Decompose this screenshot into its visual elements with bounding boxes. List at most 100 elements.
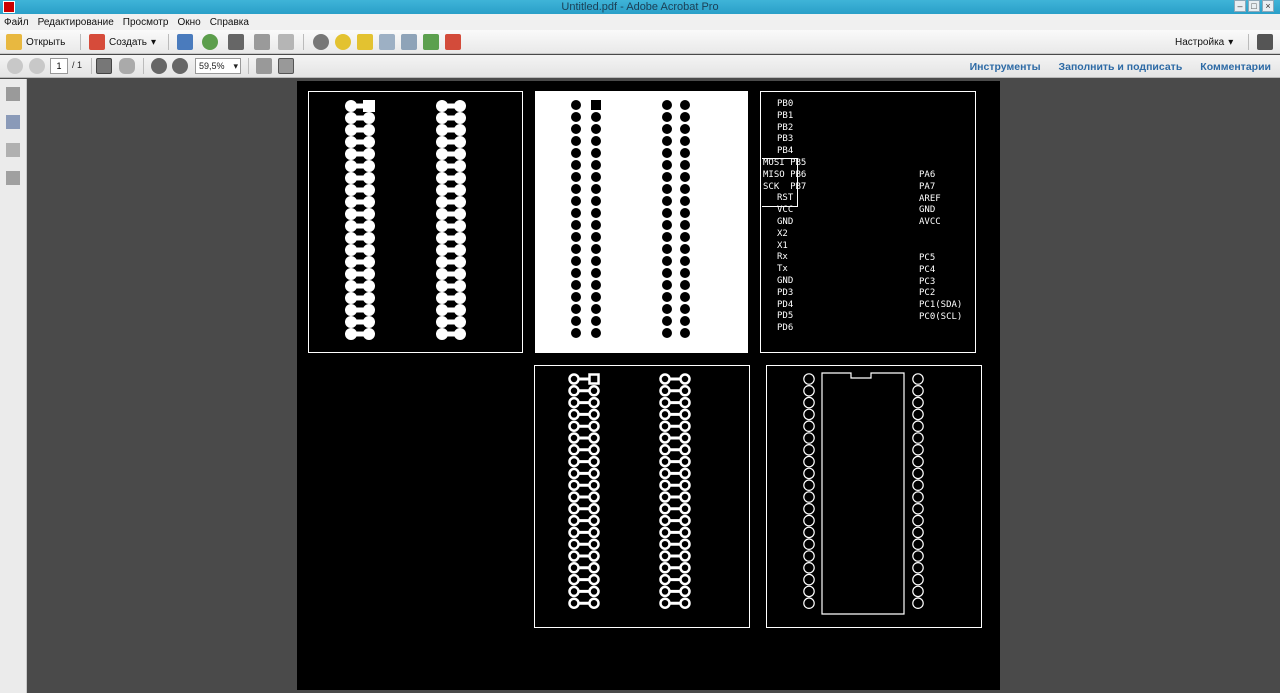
fit-page-icon[interactable] xyxy=(278,58,294,74)
ring-pad xyxy=(568,573,580,586)
ring-pad xyxy=(659,503,671,515)
hole xyxy=(662,184,672,194)
select-arrow-icon[interactable] xyxy=(96,58,112,74)
expand-icon[interactable] xyxy=(1257,34,1273,50)
pad xyxy=(345,124,357,136)
ring-pad xyxy=(588,573,600,586)
pin-outline xyxy=(803,503,815,515)
pad xyxy=(363,304,375,316)
pin-label: PD4 xyxy=(777,299,794,310)
hole xyxy=(591,244,601,254)
pin-outline xyxy=(803,479,815,491)
pad xyxy=(345,304,357,316)
hole xyxy=(680,220,690,230)
menu-edit[interactable]: Редактирование xyxy=(38,17,114,28)
fill-sign-link[interactable]: Заполнить и подписать xyxy=(1059,61,1183,73)
pad xyxy=(363,136,375,148)
highlight-icon[interactable] xyxy=(357,34,373,50)
pad xyxy=(436,160,448,172)
sign-icon[interactable] xyxy=(445,34,461,50)
pin-label: Rx xyxy=(777,252,788,263)
pad xyxy=(454,172,466,184)
open-button[interactable]: Открыть xyxy=(6,32,65,52)
signatures-icon[interactable] xyxy=(6,143,20,157)
minimize-button[interactable]: – xyxy=(1234,0,1246,12)
hole xyxy=(591,292,601,302)
spi-pins-box xyxy=(762,158,798,207)
ring-pad xyxy=(659,408,671,421)
ring-pad xyxy=(568,491,580,503)
ring-pad xyxy=(679,479,691,491)
fit-width-icon[interactable] xyxy=(256,58,272,74)
hole xyxy=(571,184,581,194)
hole xyxy=(680,136,690,146)
tools-link[interactable]: Инструменты xyxy=(970,61,1041,73)
attach-icon[interactable] xyxy=(379,34,395,50)
ring-pad xyxy=(568,432,580,444)
pad xyxy=(363,232,375,244)
hole xyxy=(591,124,601,134)
comments-link[interactable]: Комментарии xyxy=(1200,61,1271,73)
menu-window[interactable]: Окно xyxy=(177,17,200,28)
pad xyxy=(363,268,375,280)
pin-outline xyxy=(912,420,924,432)
page-down-icon[interactable] xyxy=(29,58,45,74)
hole xyxy=(680,172,690,182)
review-icon[interactable] xyxy=(401,34,417,50)
comment-icon[interactable] xyxy=(335,34,351,50)
zoom-out-icon[interactable] xyxy=(151,58,167,74)
page-up-icon[interactable] xyxy=(7,58,23,74)
page-number-input[interactable] xyxy=(50,58,68,74)
zoom-select[interactable]: 59,5% ▾ xyxy=(195,58,241,74)
export-icon[interactable] xyxy=(423,34,439,50)
ring-pad xyxy=(659,420,671,432)
pdf-page: PB0 PB1 PB2 PB3 PB4 MOSI PB5 MISO PB6 SCK PB7 RS… xyxy=(297,81,1000,690)
pin-outline xyxy=(803,444,815,456)
hole xyxy=(662,316,672,326)
pin-outline xyxy=(912,408,924,421)
chip-outline-graphic xyxy=(803,372,924,615)
gear-icon[interactable] xyxy=(313,34,329,50)
bookmarks-icon[interactable] xyxy=(6,115,20,129)
ring-pad xyxy=(588,585,600,598)
menu-file[interactable]: Файл xyxy=(4,17,29,28)
pin-label: PD5 xyxy=(777,311,794,322)
ring-pad xyxy=(679,385,691,397)
zoom-in-icon[interactable] xyxy=(172,58,188,74)
hand-icon[interactable] xyxy=(119,58,135,74)
hole xyxy=(680,232,690,242)
edit-document-icon[interactable] xyxy=(254,34,270,50)
ring-pad xyxy=(568,396,580,409)
customize-button[interactable]: Настройка ▾ xyxy=(1175,32,1233,52)
ring-pad xyxy=(679,514,691,527)
hole xyxy=(662,256,672,266)
hole xyxy=(662,208,672,218)
cloud-upload-icon[interactable] xyxy=(202,34,218,50)
save-icon[interactable] xyxy=(177,34,193,50)
ring-pad xyxy=(659,455,671,468)
ring-pad xyxy=(659,444,671,456)
email-icon[interactable] xyxy=(278,34,294,50)
pad xyxy=(436,124,448,136)
create-button[interactable]: Создать ▾ xyxy=(89,32,156,52)
pad xyxy=(345,280,357,292)
menu-help[interactable]: Справка xyxy=(210,17,249,28)
menu-view[interactable]: Просмотр xyxy=(123,17,169,28)
layers-icon[interactable] xyxy=(6,171,20,185)
ring-pad xyxy=(588,455,600,468)
close-button[interactable]: × xyxy=(1262,0,1274,12)
maximize-button[interactable]: □ xyxy=(1248,0,1260,12)
hole xyxy=(680,124,690,134)
zoom-value: 59,5% xyxy=(199,61,225,71)
chevron-down-icon: ▾ xyxy=(233,61,238,71)
print-icon[interactable] xyxy=(228,34,244,50)
pin1-ring-pad xyxy=(588,373,600,385)
pin-outline xyxy=(803,373,815,385)
ring-pad xyxy=(568,550,580,562)
pad xyxy=(436,232,448,244)
hole xyxy=(591,172,601,182)
page-thumbnails-icon[interactable] xyxy=(6,87,20,101)
pad xyxy=(363,316,375,328)
pin-label: Tx xyxy=(777,264,788,275)
window-title: Untitled.pdf - Adobe Acrobat Pro xyxy=(561,1,719,13)
